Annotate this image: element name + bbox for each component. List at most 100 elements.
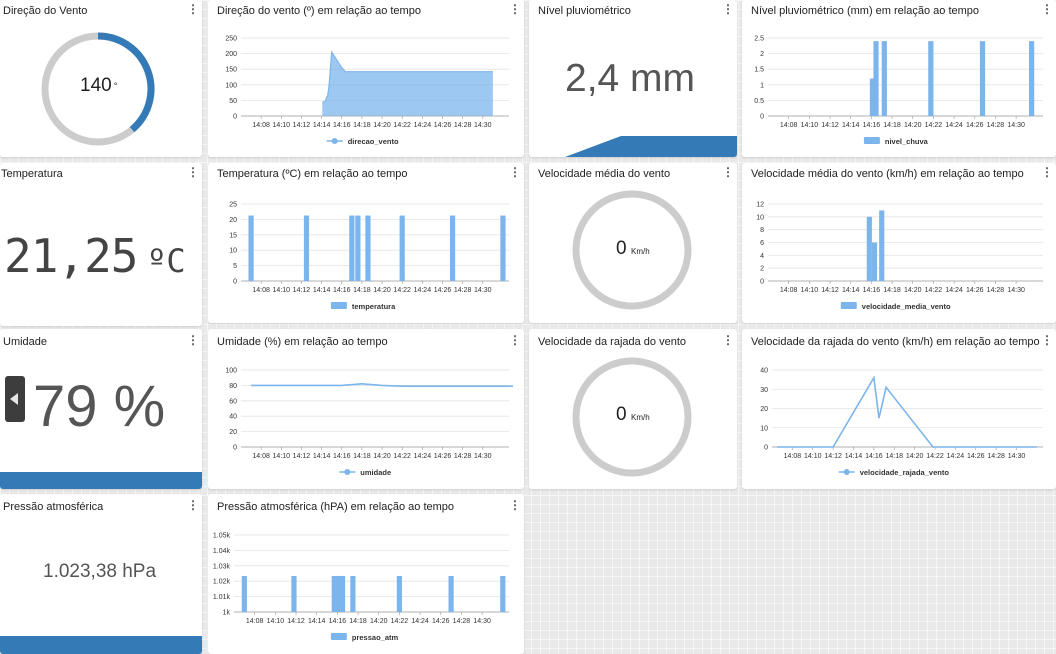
card-menu-icon[interactable] [187,499,197,513]
y-tick-label: 6 [760,240,764,247]
wind-direction-chart: 0 50 100 150 200 250 14:08 14:10 14:12 14:14 14:16… [225,36,509,146]
x-tick-label: 14:24 [945,122,963,129]
bar [449,215,456,281]
y-tick-label: 20 [760,406,768,413]
card-title: Umidade [3,336,48,348]
bar [339,575,346,612]
x-tick-label: 14:18 [883,122,901,129]
x-tick-label: 14:08 [252,122,270,129]
humidity-chart: 02040608010014:08 14:10 14:12 14:14 14:16 14:… [225,368,514,477]
bar [355,215,361,281]
y-tick-label: 20 [229,429,237,436]
legend-label: nivel_chuva [885,137,929,146]
y-tick-label: 40 [229,414,237,421]
bar [866,216,872,281]
y-tick-label: 1.04k [213,548,231,555]
wind-gust-value: 0 [616,404,627,425]
x-tick-label: 14:20 [373,287,391,294]
x-tick-label: 14:10 [801,287,819,294]
x-tick-label: 14:20 [373,453,391,460]
legend-label: pressao_atm [352,633,399,642]
card-menu-icon[interactable] [187,334,197,348]
y-tick-label: 50 [229,98,237,105]
y-tick-label: 20 [229,217,237,224]
x-tick-label: 14:08 [780,122,798,129]
x-tick-label: 14:30 [1007,287,1025,294]
x-tick-label: 14:10 [273,287,291,294]
y-tick-label: 10 [756,214,764,221]
y-tick-label: 10 [229,248,237,255]
x-tick-label: 14:30 [1008,453,1026,460]
y-tick-label: 1 [760,82,764,89]
y-tick-label: 60 [229,398,237,405]
x-tick-label: 14:10 [804,453,822,460]
x-tick-label: 14:22 [393,287,411,294]
x-tick-label: 14:16 [333,453,351,460]
wind-gust-unit: Km/h [631,413,650,422]
bar [979,41,986,117]
y-tick-label: 2 [760,266,764,273]
x-tick-label: 14:12 [293,122,311,129]
legend-label: umidade [360,468,391,477]
rain-level-bar [565,136,737,157]
y-tick-label: 0 [760,114,764,121]
x-tick-label: 14:24 [414,287,432,294]
y-tick-label: 12 [756,202,764,209]
wind-speed-unit: Km/h [631,247,650,256]
bar [448,575,454,612]
legend-swatch [330,633,347,640]
humidity-card: Umidade 79 % [0,329,202,489]
x-tick-label: 14:28 [454,287,472,294]
card-menu-icon[interactable] [187,166,197,180]
x-tick-label: 14:22 [393,122,411,129]
rain-level-chart-card: Nível pluviométrico (mm) em relação ao t… [742,0,1056,157]
x-tick-label: 14:18 [353,453,371,460]
y-tick-label: 2.5 [754,36,764,43]
humidity-value: 79 % [33,374,166,439]
x-tick-label: 14:14 [845,453,863,460]
bar [500,215,506,281]
x-tick-label: 14:20 [904,122,922,129]
x-tick-label: 14:30 [474,287,492,294]
x-tick-label: 14:26 [967,453,985,460]
y-tick-label: 0 [233,445,237,452]
card-title: Temperatura [1,168,63,180]
x-tick-label: 14:22 [393,453,411,460]
bar [879,210,885,281]
x-tick-label: 14:18 [883,287,901,294]
y-tick-label: 40 [760,368,768,375]
y-tick-label: 1k [223,610,231,617]
x-tick-label: 14:18 [353,122,371,129]
wind-speed-chart-card: Velocidade média do vento (km/h) em rela… [742,163,1056,323]
y-tick-label: 8 [760,227,764,234]
x-tick-label: 14:26 [434,287,452,294]
pressure-value: 1.023,38 hPa [43,561,157,582]
x-tick-label: 14:16 [863,287,881,294]
x-tick-label: 14:12 [287,618,305,625]
x-tick-label: 14:22 [925,287,943,294]
series-line [777,375,1037,448]
x-tick-label: 14:24 [411,618,429,625]
legend-swatch [863,137,880,144]
x-tick-label: 14:22 [391,618,409,625]
x-tick-label: 14:20 [373,122,391,129]
humidity-chart-card: Umidade (%) em relação ao tempo 02040608… [208,329,524,489]
y-tick-label: 1.5 [754,67,764,74]
y-tick-label: 1.02k [213,579,231,586]
x-tick-label: 14:16 [863,122,881,129]
wind-speed-chart: 02468101214:08 14:10 14:12 14:14 14:16 14:18 1… [756,202,1043,311]
x-tick-label: 14:12 [293,453,311,460]
bar [1029,41,1035,117]
pressure-card: Pressão atmosférica 1.023,38 hPa [0,494,202,654]
legend-marker [344,469,351,475]
y-tick-label: 2 [760,51,764,58]
x-tick-label: 14:14 [313,122,331,129]
y-tick-label: 80 [229,383,237,390]
bar [928,41,934,117]
legend-label: velocidade_media_vento [862,302,951,311]
legend-label: direcao_vento [348,137,399,146]
x-tick-label: 14:16 [333,287,351,294]
x-tick-label: 14:16 [329,618,347,625]
collapse-handle-icon[interactable] [5,376,25,422]
x-tick-label: 14:18 [353,287,371,294]
